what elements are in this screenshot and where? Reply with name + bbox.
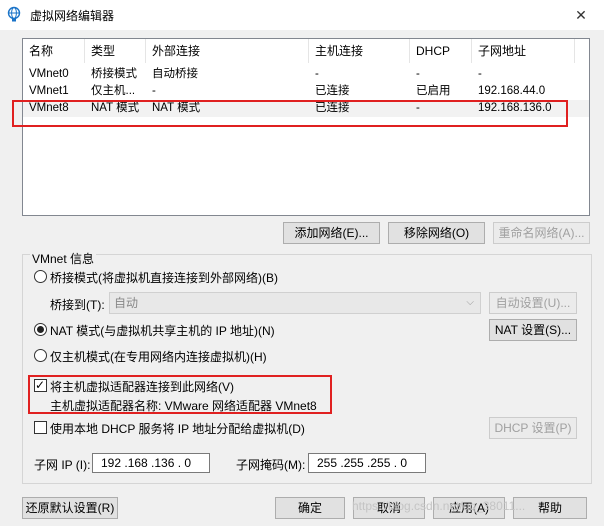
cell-type: NAT 模式	[91, 102, 140, 114]
cell-host: 已连接	[315, 102, 350, 114]
cell-host: 已连接	[315, 85, 350, 97]
cell-dhcp: 已启用	[416, 85, 451, 97]
column-headers: 名称 类型 外部连接 主机连接 DHCP 子网地址	[23, 39, 589, 63]
add-network-button[interactable]: 添加网络(E)...	[283, 222, 380, 244]
cell-subnet: -	[478, 68, 482, 80]
column-header-name[interactable]: 名称	[23, 39, 85, 63]
chevron-down-icon: ⌵	[466, 297, 474, 308]
bridged-mode-radio[interactable]	[34, 270, 47, 283]
dhcp-checkbox[interactable]	[34, 421, 47, 434]
watermark-text: https://blog.csdn.net/qq_38011...	[352, 499, 526, 513]
subnet-ip-input[interactable]: 192 .168 .136 . 0	[92, 453, 210, 473]
table-row[interactable]: VMnet0 桥接模式 自动桥接 - - -	[23, 66, 589, 83]
host-only-radio[interactable]	[34, 349, 47, 362]
cell-subnet: 192.168.44.0	[478, 85, 546, 97]
checkmark-icon: ✓	[35, 378, 46, 392]
nat-mode-label[interactable]: NAT 模式(与虚拟机共享主机的 IP 地址)(N)	[50, 322, 275, 339]
restore-defaults-button[interactable]: 还原默认设置(R)	[22, 497, 118, 519]
cell-name: VMnet0	[29, 68, 69, 80]
auto-settings-button[interactable]: 自动设置(U)...	[489, 292, 577, 314]
title-bar: 虚拟网络编辑器 ✕	[0, 0, 604, 30]
radio-selected-dot	[37, 326, 44, 333]
column-header-external[interactable]: 外部连接	[146, 39, 309, 63]
bridged-mode-label[interactable]: 桥接模式(将虚拟机直接连接到外部网络)(B)	[50, 269, 278, 286]
cell-host: -	[315, 68, 319, 80]
table-row[interactable]: VMnet1 仅主机... - 已连接 已启用 192.168.44.0	[23, 83, 589, 100]
cell-type: 仅主机...	[91, 85, 136, 97]
host-only-label[interactable]: 仅主机模式(在专用网络内连接虚拟机)(H)	[50, 348, 267, 365]
vmnet-info-group	[22, 254, 592, 484]
column-header-dhcp[interactable]: DHCP	[410, 39, 472, 63]
bridged-to-value: 自动	[114, 296, 139, 310]
column-header-type[interactable]: 类型	[85, 39, 146, 63]
bridged-to-select[interactable]: 自动 ⌵	[109, 292, 481, 314]
dhcp-label[interactable]: 使用本地 DHCP 服务将 IP 地址分配给虚拟机(D)	[50, 420, 305, 437]
vmnet-info-title: VMnet 信息	[30, 250, 97, 267]
nat-settings-button[interactable]: NAT 设置(S)...	[489, 319, 577, 341]
cell-dhcp: -	[416, 68, 420, 80]
remove-network-button[interactable]: 移除网络(O)	[388, 222, 485, 244]
cell-external: -	[152, 85, 156, 97]
subnet-ip-label: 子网 IP (I):	[34, 458, 91, 472]
cell-name: VMnet8	[29, 102, 69, 114]
close-button[interactable]: ✕	[558, 0, 604, 30]
cell-external: NAT 模式	[152, 102, 201, 114]
bridged-to-label: 桥接到(T):	[50, 298, 105, 312]
network-list[interactable]: 名称 类型 外部连接 主机连接 DHCP 子网地址 VMnet0 桥接模式 自动…	[22, 38, 590, 216]
ok-button[interactable]: 确定	[275, 497, 345, 519]
rename-network-button[interactable]: 重命名网络(A)...	[493, 222, 590, 244]
dhcp-settings-button[interactable]: DHCP 设置(P)	[489, 417, 577, 439]
connect-adapter-label[interactable]: 将主机虚拟适配器连接到此网络(V)	[50, 378, 234, 395]
window-title: 虚拟网络编辑器	[30, 9, 115, 23]
nat-mode-radio[interactable]	[34, 323, 47, 336]
cell-external: 自动桥接	[152, 68, 198, 80]
cell-subnet: 192.168.136.0	[478, 102, 552, 114]
close-icon: ✕	[575, 6, 587, 23]
table-row-selected[interactable]: VMnet8 NAT 模式 NAT 模式 已连接 - 192.168.136.0	[23, 100, 589, 117]
connect-adapter-checkbox[interactable]: ✓	[34, 378, 47, 392]
subnet-mask-label: 子网掩码(M):	[236, 458, 306, 472]
adapter-name-label: 主机虚拟适配器名称: VMware 网络适配器 VMnet8	[50, 399, 317, 413]
cell-dhcp: -	[416, 102, 420, 114]
column-header-subnet[interactable]: 子网地址	[472, 39, 575, 63]
subnet-mask-input[interactable]: 255 .255 .255 . 0	[308, 453, 426, 473]
column-header-host[interactable]: 主机连接	[309, 39, 410, 63]
network-globe-icon	[7, 6, 21, 22]
cell-type: 桥接模式	[91, 68, 137, 80]
cell-name: VMnet1	[29, 85, 69, 97]
